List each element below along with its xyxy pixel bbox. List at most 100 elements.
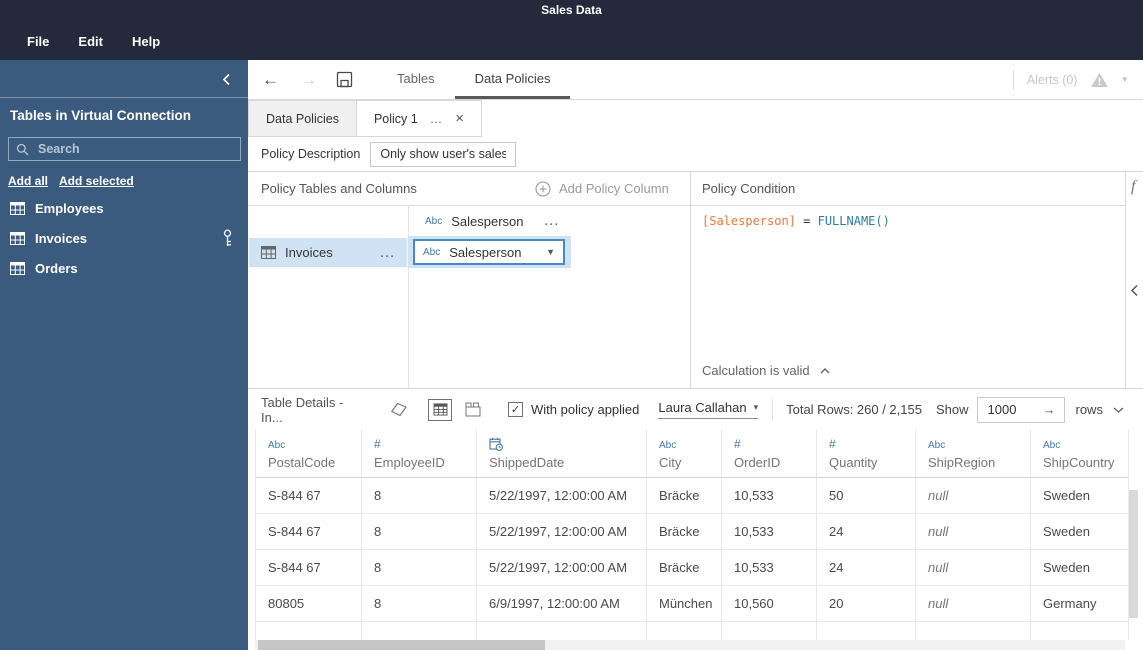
column-header-Quantity[interactable]: # Quantity [817, 430, 916, 478]
text-type-icon: Abc [659, 440, 677, 451]
apply-rows-icon[interactable]: → [1043, 402, 1056, 417]
sidebar-item-invoices[interactable]: Invoices [0, 223, 248, 253]
column-header-City[interactable]: Abc City [647, 430, 722, 478]
column-select-dropdown[interactable]: Abc Salesperson ▼ [413, 239, 565, 265]
column-header-OrderID[interactable]: # OrderID [722, 430, 817, 478]
table-cell: Bräcke [647, 514, 722, 550]
expand-panel-icon[interactable] [1130, 284, 1139, 297]
policy-condition-code[interactable]: [Salesperson] = FULLNAME() [702, 214, 890, 228]
more-icon[interactable]: … [379, 244, 396, 262]
with-policy-checkbox[interactable]: ✓ [508, 402, 523, 417]
save-icon[interactable] [336, 71, 353, 88]
policy-editor: Policy Tables and Columns Add Policy Col… [248, 172, 1143, 388]
table-cell: 24 [817, 550, 916, 586]
column-header-EmployeeID[interactable]: # EmployeeID [362, 430, 477, 478]
horizontal-scrollbar-thumb[interactable] [258, 640, 545, 650]
table-cell: Sweden [1031, 478, 1129, 514]
sidebar-divider [0, 97, 248, 98]
search-box[interactable] [8, 137, 241, 161]
table-cell: 8 [362, 478, 477, 514]
preview-user-dropdown[interactable]: Laura Callahan ▾ [658, 400, 759, 419]
grid-inner: Abc PostalCode # EmployeeID ShippedDate Abc Ci… [255, 430, 1129, 640]
table-row: S-844 67 8 5/22/1997, 12:00:00 AM Bräcke 10,… [255, 514, 1129, 550]
main-toolbar: ← → Tables Data Policies Alerts (0) ▾ [248, 60, 1143, 100]
table-cell: 8 [362, 586, 477, 622]
table-row: S-844 67 8 5/22/1997, 12:00:00 AM Bräcke 10,… [255, 550, 1129, 586]
column-header-ShipCountry[interactable]: Abc ShipCountry [1031, 430, 1129, 478]
with-policy-label: With policy applied [531, 402, 640, 417]
vertical-scrollbar[interactable] [1129, 490, 1138, 618]
nav-tabs: Tables Data Policies [377, 60, 571, 99]
show-label: Show [935, 402, 969, 417]
more-icon[interactable]: … [430, 112, 444, 126]
grid-view-button[interactable] [428, 398, 452, 421]
policy-condition-header: Policy Condition [702, 181, 796, 196]
table-cell [722, 622, 817, 640]
policy-tabs: Data Policies Policy 1 … × [248, 100, 1143, 137]
close-icon[interactable]: × [455, 111, 464, 126]
table-cell: 10,560 [722, 586, 817, 622]
tab-policy-1[interactable]: Policy 1 … × [356, 100, 482, 137]
back-icon[interactable]: ← [262, 71, 279, 88]
table-cell: 8 [362, 550, 477, 586]
table-cell: null [916, 550, 1031, 586]
sidebar-item-orders[interactable]: Orders [0, 253, 248, 283]
tab-data-policies-home[interactable]: Data Policies [248, 100, 357, 137]
menu-help[interactable]: Help [132, 34, 160, 49]
alerts-label: Alerts (0) [1026, 72, 1078, 87]
add-all-link[interactable]: Add all [8, 174, 48, 188]
menu-file[interactable]: File [27, 34, 49, 49]
policy-table-row-invoices[interactable]: Invoices … [249, 238, 407, 267]
table-row [255, 622, 1129, 640]
table-cell: S-844 67 [256, 478, 362, 514]
policy-column-header-row[interactable]: Abc Salesperson … [408, 205, 690, 237]
table-cell [817, 622, 916, 640]
function-icon: f [1131, 178, 1136, 195]
chevron-up-icon [819, 367, 831, 375]
sidebar-item-employees[interactable]: Employees [0, 193, 248, 223]
policy-description-row: Policy Description [248, 137, 1143, 172]
sidebar-table-list: Employees Invoices Orders [0, 193, 248, 283]
titlebar: Sales Data File Edit Help [0, 0, 1143, 60]
card-view-button[interactable] [461, 399, 485, 421]
column-header-PostalCode[interactable]: Abc PostalCode [256, 430, 362, 478]
table-cell: Bräcke [647, 478, 722, 514]
table-cell: null [916, 478, 1031, 514]
text-type-icon: Abc [268, 440, 286, 451]
policy-description-input[interactable] [370, 141, 517, 167]
alerts-button[interactable]: Alerts (0) ▾ [1012, 69, 1127, 90]
more-icon[interactable]: … [543, 212, 560, 230]
collapse-sidebar-icon[interactable] [222, 73, 231, 86]
right-panel-strip: f [1125, 172, 1143, 388]
tab-tables[interactable]: Tables [377, 60, 455, 99]
text-type-icon: Abc [1043, 440, 1061, 451]
pane-divider [690, 172, 691, 388]
row-count-input[interactable] [985, 401, 1038, 418]
search-input[interactable] [36, 141, 220, 157]
grid-header-row: Abc PostalCode # EmployeeID ShippedDate Abc Ci… [255, 430, 1129, 478]
collapse-details-icon[interactable] [1112, 406, 1125, 414]
table-cell: null [916, 514, 1031, 550]
rows-label: rows [1075, 402, 1103, 417]
table-icon [10, 231, 25, 245]
add-selected-link[interactable]: Add selected [59, 174, 134, 188]
sidebar-title: Tables in Virtual Connection [10, 108, 192, 123]
row-count-box: → [976, 396, 1065, 423]
total-rows-label: Total Rows: 260 / 2,155 [786, 402, 922, 417]
horizontal-scrollbar-track[interactable] [255, 640, 1125, 650]
validation-status[interactable]: Calculation is valid [702, 363, 831, 378]
table-cell: 6/9/1997, 12:00:00 AM [477, 586, 647, 622]
column-header-ShipRegion[interactable]: Abc ShipRegion [916, 430, 1031, 478]
column-header-ShippedDate[interactable]: ShippedDate [477, 430, 647, 478]
table-cell: 24 [817, 514, 916, 550]
toolbar-divider [1012, 69, 1014, 90]
table-cell: Sweden [1031, 550, 1129, 586]
add-policy-column-button[interactable]: Add Policy Column [535, 172, 669, 205]
menu-edit[interactable]: Edit [78, 34, 103, 49]
tab-data-policies[interactable]: Data Policies [454, 60, 571, 99]
number-type-icon: # [734, 437, 741, 451]
tag-icon[interactable] [390, 402, 408, 417]
table-cell: Sweden [1031, 514, 1129, 550]
table-cell: 8 [362, 514, 477, 550]
forward-icon[interactable]: → [300, 71, 317, 88]
